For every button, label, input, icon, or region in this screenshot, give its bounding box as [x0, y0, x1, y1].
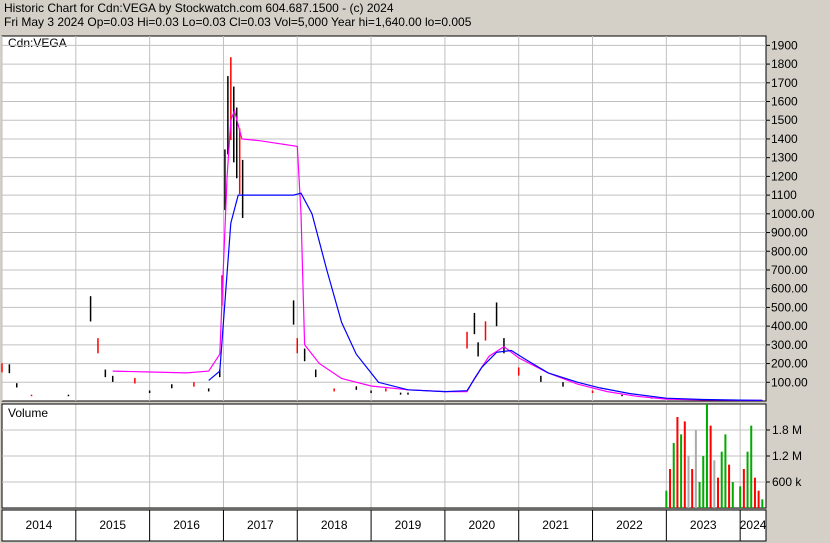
x-tick-label: 2015: [99, 518, 126, 532]
x-tick-label: 2018: [321, 518, 348, 532]
price-y-tick-label: 1100: [771, 188, 797, 202]
price-y-tick-label: 1300: [771, 151, 798, 165]
price-y-tick-label: 1600: [771, 95, 798, 109]
price-y-tick-label: 1500: [771, 113, 798, 127]
volume-y-tick-label: 600 k: [772, 475, 802, 489]
price-y-tick-label: 1200: [771, 169, 798, 183]
price-y-tick-label: 1900: [771, 38, 798, 52]
x-tick-label: 2016: [173, 518, 200, 532]
volume-y-tick-label: 1.8 M: [772, 423, 802, 437]
x-tick-label: 2014: [26, 518, 53, 532]
price-y-tick-label: 1800: [771, 57, 798, 71]
x-tick-label: 2022: [616, 518, 643, 532]
price-y-tick-label: 300.00: [771, 338, 808, 352]
price-panel: Cdn:VEGA 1900 1800 1700 1600 1500 1400 1300 1200…: [1, 35, 815, 402]
x-tick-label: 2017: [247, 518, 274, 532]
price-y-tick-label: 1400: [771, 132, 798, 146]
volume-y-tick-label: 1.2 M: [772, 449, 802, 463]
x-tick-label: 2020: [468, 518, 495, 532]
price-y-tick-label: 500.00: [771, 300, 808, 314]
price-y-tick-label: 1000.00: [771, 207, 815, 221]
price-y-tick-label: 900.00: [771, 226, 808, 240]
price-y-tick-label: 100.00: [771, 375, 808, 389]
volume-panel: Volume 1.8 M 1.2 M 600 k: [1, 403, 802, 509]
x-tick-label: 2021: [542, 518, 569, 532]
price-y-tick-label: 400.00: [771, 319, 808, 333]
price-chart-title: Cdn:VEGA: [8, 36, 67, 50]
price-y-tick-label: 200.00: [771, 357, 808, 371]
price-y-tick-label: 600.00: [771, 282, 808, 296]
x-tick-label: 2024: [740, 518, 767, 532]
x-axis: 2014 2015 2016 2017 2018 2019 2020 2021 2022 2023…: [1, 509, 767, 542]
price-y-tick-label: 1700: [771, 76, 798, 90]
price-y-tick-label: 800.00: [771, 244, 808, 258]
stock-chart: Cdn:VEGA 1900 1800 1700 1600 1500 1400 1300 1200…: [1, 35, 815, 542]
x-tick-label: 2023: [690, 518, 717, 532]
x-tick-label: 2019: [395, 518, 422, 532]
volume-chart-title: Volume: [8, 406, 48, 420]
price-plot-area: [1, 35, 767, 402]
price-y-tick-label: 700.00: [771, 263, 808, 277]
